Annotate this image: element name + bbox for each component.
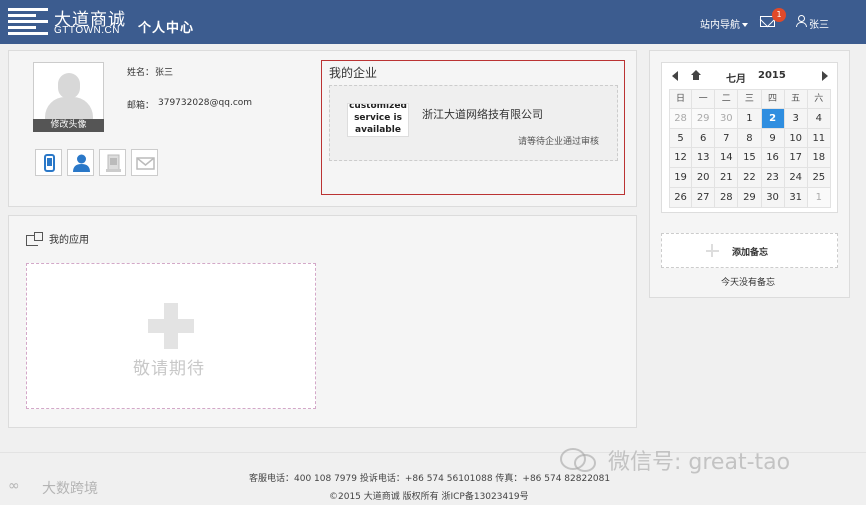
calendar-day[interactable]: 14 [715,148,739,169]
user-icon[interactable] [796,15,807,27]
logo-domain[interactable]: GTTOWN.CN [54,25,120,36]
apps-icon [26,232,44,246]
wechat-watermark-text: 微信号: great-tao [608,450,791,475]
calendar-day[interactable]: 27 [692,187,716,208]
coming-soon-text: 敬请期待 [133,359,205,379]
name-value: 张三 [155,68,174,78]
site-nav-dropdown[interactable]: 站内导航 [700,16,748,31]
calendar-weekday-row: 日一二三四五六 [669,89,831,109]
enterprise-name[interactable]: 浙江大道网络技有限公司 [422,106,543,122]
calendar-day[interactable]: 19 [669,168,693,188]
calendar-day[interactable]: 8 [738,128,762,149]
calendar-day[interactable]: 30 [715,108,739,129]
calendar-week-row: 19 20 21 22 23 24 25 [669,168,831,188]
calendar-day[interactable]: 10 [784,128,808,149]
chevron-down-icon [742,23,748,27]
calendar-weekday: 三 [738,89,762,109]
calendar-day[interactable]: 16 [761,148,785,169]
avatar-head [58,73,80,99]
prev-month-icon[interactable] [672,71,678,81]
calendar-day-today[interactable]: 2 [761,108,785,129]
calendar-weekday: 日 [669,89,693,109]
calendar-day[interactable]: 26 [669,187,693,208]
calendar-day[interactable]: 3 [784,108,808,129]
user-icon [73,154,90,172]
calendar-day[interactable]: 20 [692,168,716,188]
calendar-day[interactable]: 31 [784,187,808,208]
enterprise-title: 我的企业 [329,66,378,80]
next-month-icon[interactable] [822,71,828,81]
footer-contact: 客服电话：400 108 7979 投诉电话：+86 574 56101088 … [249,474,611,484]
calendar-grid: 日一二三四五六 28 29 30 1 2 3 4 5 6 7 8 9 10 11 12 13 14 15 16 17 18… [669,89,831,208]
calendar-week-row: 12 13 14 15 16 17 18 [669,148,831,169]
change-avatar-button[interactable]: 修改头像 [33,119,104,132]
plus-icon-bar [148,319,194,333]
phone-icon [44,154,55,172]
apps-title: 我的应用 [49,235,89,246]
footer-copyright: ©2015 大道商诚 版权所有 浙ICP备13023419号 [329,492,529,502]
calendar-day[interactable]: 18 [807,148,831,169]
enterprise-status: 请等待企业通过审核 [518,137,600,147]
calendar-day[interactable]: 28 [669,108,693,129]
calendar-weekday: 六 [807,89,831,109]
calendar-day[interactable]: 5 [669,128,693,149]
calendar-year: 2015 [758,70,786,81]
no-memo-text: 今天没有备忘 [721,278,776,288]
calendar-weekday: 五 [784,89,808,109]
enterprise-logo: customized service is available [347,103,409,137]
calendar-day[interactable]: 29 [692,108,716,129]
calendar-day[interactable]: 12 [669,148,693,169]
calendar-weekday: 四 [761,89,785,109]
email-verify-button[interactable] [131,149,158,176]
calendar-day[interactable]: 9 [761,128,785,149]
calendar-day[interactable]: 6 [692,128,716,149]
calendar-day[interactable]: 15 [738,148,762,169]
enterprise-logo-line-1: customized [349,103,407,111]
name-label: 姓名： [127,68,155,78]
email-value: 379732028@qq.com [158,98,253,108]
notification-badge: 1 [772,8,786,22]
calendar-day[interactable]: 25 [807,168,831,188]
calendar-day[interactable]: 30 [761,187,785,208]
brand-watermark-icon: ∞ [8,478,20,494]
calendar-day[interactable]: 4 [807,108,831,129]
phone-verify-button[interactable] [35,149,62,176]
top-bar: 大道商诚 GTTOWN.CN 个人中心 站内导航 1 张三 [0,0,866,44]
calendar-day[interactable]: 13 [692,148,716,169]
id-card-verify-button[interactable] [99,149,126,176]
enterprise-logo-line-3: available [355,125,401,135]
calendar-day[interactable]: 22 [738,168,762,188]
email-label: 邮箱： [127,101,155,111]
logo-icon[interactable] [8,8,48,35]
calendar-day[interactable]: 11 [807,128,831,149]
site-nav-label: 站内导航 [700,20,740,31]
calendar-week-row: 28 29 30 1 2 3 4 [669,108,831,129]
calendar-day[interactable]: 29 [738,187,762,208]
calendar-day[interactable]: 28 [715,187,739,208]
calendar-day[interactable]: 1 [738,108,762,129]
calendar-day[interactable]: 23 [761,168,785,188]
page-title: 个人中心 [138,21,195,36]
enterprise-logo-line-2: service is [354,113,402,123]
calendar-weekday: 二 [715,89,739,109]
calendar-day[interactable]: 7 [715,128,739,149]
brand-watermark-text: 大数跨境 [42,481,98,497]
id-card-icon [106,154,121,172]
calendar-day[interactable]: 1 [807,187,831,208]
home-icon[interactable] [690,70,702,80]
wechat-watermark-icon [560,446,596,472]
calendar-weekday: 一 [692,89,716,109]
plus-icon-bar [706,250,719,252]
identity-verify-button[interactable] [67,149,94,176]
calendar-day[interactable]: 17 [784,148,808,169]
calendar-day[interactable]: 21 [715,168,739,188]
mail-icon [136,157,155,170]
add-memo-label: 添加备忘 [732,248,769,258]
calendar-month: 七月 [726,74,746,85]
calendar-week-row: 5 6 7 8 9 10 11 [669,128,831,149]
calendar-day[interactable]: 24 [784,168,808,188]
calendar-week-row: 26 27 28 29 30 31 1 [669,187,831,208]
user-menu[interactable]: 张三 [809,16,829,31]
